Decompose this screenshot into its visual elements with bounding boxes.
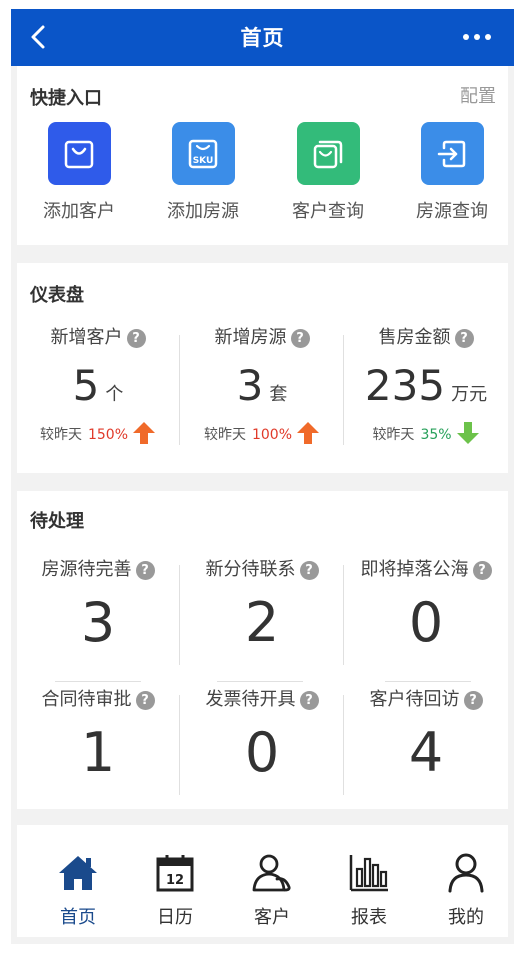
help-icon[interactable]: ? <box>126 328 146 348</box>
help-icon[interactable]: ? <box>299 560 319 580</box>
compare-label: 较昨天 <box>39 427 82 443</box>
divider <box>55 681 141 682</box>
compare-label: 较昨天 <box>203 427 246 443</box>
pending-title: 待处理 <box>30 511 84 532</box>
svg-text:SKU: SKU <box>193 156 214 166</box>
bottom-nav: 首页 12 日历 客户 报表 我的 <box>17 825 508 937</box>
metric-value: 235 <box>364 361 446 410</box>
app-screen: 首页 快捷入口 配置 添加客户 SKU 添加房源 客户查询 房源查询 仪表盘 新… <box>11 9 514 944</box>
help-icon[interactable]: ? <box>290 328 310 348</box>
pending-value: 0 <box>408 591 444 654</box>
compare-percent: 35% <box>420 427 452 443</box>
divider <box>217 681 303 682</box>
nav-label: 报表 <box>351 907 387 928</box>
divider <box>179 695 180 795</box>
calendar-icon: 12 <box>135 853 215 893</box>
nav-item-home[interactable]: 首页 <box>38 853 118 929</box>
compare-label: 较昨天 <box>372 427 415 443</box>
pending-label: 即将掉落公海 <box>360 559 469 580</box>
divider <box>343 335 344 445</box>
nav-item-calendar[interactable]: 12 日历 <box>135 853 215 929</box>
help-icon[interactable]: ? <box>135 560 155 580</box>
metric-new-houses[interactable]: 新增房源? 3套 较昨天 100% <box>181 323 343 447</box>
dashboard-card: 仪表盘 新增客户? 5个 较昨天 150% 新增房源? 3套 较昨天 100% 售房… <box>17 263 508 473</box>
pending-label: 合同待审批 <box>41 689 132 710</box>
divider <box>179 565 180 665</box>
pending-item[interactable]: 发票待开具? 0 <box>181 685 343 783</box>
app-header: 首页 <box>11 9 514 66</box>
pending-value: 1 <box>80 721 116 784</box>
divider <box>343 695 344 795</box>
page-title: 首页 <box>240 26 285 50</box>
quick-item-customer-query[interactable]: 客户查询 <box>278 122 378 223</box>
compare-percent: 150% <box>87 427 129 443</box>
copy-bag-icon <box>296 122 360 185</box>
pending-item[interactable]: 客户待回访? 4 <box>345 685 507 783</box>
pending-value: 3 <box>80 591 116 654</box>
home-icon <box>38 853 118 893</box>
calendar-day: 12 <box>166 873 184 888</box>
help-icon[interactable]: ? <box>299 690 319 710</box>
metric-label: 售房金额 <box>378 327 451 348</box>
nav-item-mine[interactable]: 我的 <box>426 853 506 929</box>
metric-label: 新增客户 <box>50 327 123 348</box>
quick-item-label: 房源查询 <box>416 201 488 222</box>
sku-bag-icon: SKU <box>171 122 235 185</box>
help-icon[interactable]: ? <box>454 328 474 348</box>
nav-item-customers[interactable]: 客户 <box>232 853 312 929</box>
metric-new-customers[interactable]: 新增客户? 5个 较昨天 150% <box>17 323 179 447</box>
nav-item-reports[interactable]: 报表 <box>329 853 409 929</box>
pending-label: 房源待完善 <box>41 559 132 580</box>
divider <box>343 565 344 665</box>
pending-value: 0 <box>244 721 280 784</box>
help-icon[interactable]: ? <box>472 560 492 580</box>
quick-item-add-customer[interactable]: 添加客户 <box>29 122 129 223</box>
metric-value: 5 <box>72 361 100 410</box>
trend-up-arrow-icon <box>297 422 320 444</box>
more-dots-icon[interactable] <box>462 33 492 41</box>
divider <box>385 681 471 682</box>
help-icon[interactable]: ? <box>135 690 155 710</box>
pending-label: 新分待联系 <box>205 559 296 580</box>
pending-item[interactable]: 房源待完善? 3 <box>17 555 179 653</box>
trend-down-arrow-icon <box>456 422 479 444</box>
bar-chart-icon <box>329 853 409 893</box>
shopping-bag-icon <box>47 122 111 185</box>
exit-arrow-icon <box>420 122 484 185</box>
pending-item[interactable]: 新分待联系? 2 <box>181 555 343 653</box>
quick-entry-card: 快捷入口 配置 添加客户 SKU 添加房源 客户查询 房源查询 <box>17 66 508 245</box>
quick-item-house-query[interactable]: 房源查询 <box>402 122 502 223</box>
metric-unit: 个 <box>105 384 124 405</box>
trend-up-arrow-icon <box>133 422 156 444</box>
nav-label: 我的 <box>448 907 484 928</box>
nav-label: 首页 <box>60 907 96 928</box>
quick-item-label: 添加房源 <box>167 201 239 222</box>
pending-label: 发票待开具 <box>205 689 296 710</box>
pending-item[interactable]: 合同待审批? 1 <box>17 685 179 783</box>
compare-percent: 100% <box>251 427 293 443</box>
nav-label: 客户 <box>254 907 290 928</box>
quick-item-label: 添加客户 <box>43 201 115 222</box>
metric-unit: 万元 <box>451 384 488 405</box>
pending-label: 客户待回访 <box>369 689 460 710</box>
pending-value: 4 <box>408 721 444 784</box>
metric-label: 新增房源 <box>214 327 287 348</box>
metric-value: 3 <box>236 361 264 410</box>
customers-icon <box>232 853 312 893</box>
quick-entry-title: 快捷入口 <box>30 88 102 109</box>
help-icon[interactable]: ? <box>463 690 483 710</box>
divider <box>179 335 180 445</box>
quick-item-label: 客户查询 <box>292 201 364 222</box>
pending-card: 待处理 房源待完善? 3 新分待联系? 2 即将掉落公海? 0 合同待审批? 1… <box>17 491 508 809</box>
metric-sales-amount[interactable]: 售房金额? 235 万元 较昨天 35% <box>345 323 507 447</box>
pending-item[interactable]: 即将掉落公海? 0 <box>345 555 507 653</box>
dashboard-title: 仪表盘 <box>30 285 84 306</box>
metric-unit: 套 <box>269 384 288 405</box>
pending-value: 2 <box>244 591 280 654</box>
nav-label: 日历 <box>157 907 193 928</box>
person-icon <box>426 853 506 893</box>
quick-item-add-house[interactable]: SKU 添加房源 <box>153 122 253 223</box>
config-button[interactable]: 配置 <box>460 82 496 108</box>
